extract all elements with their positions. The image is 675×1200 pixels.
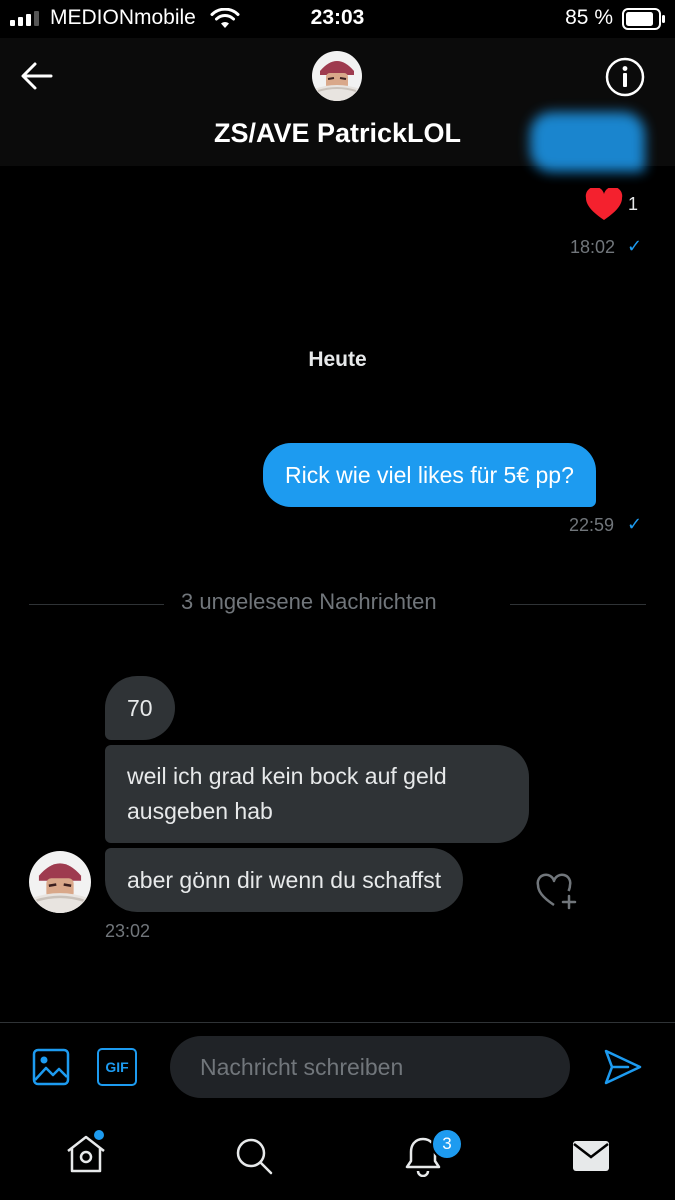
battery-percent: 85 % — [565, 6, 613, 29]
unread-divider: 3 ungelesene Nachrichten — [181, 589, 437, 614]
divider-line — [510, 604, 646, 605]
reaction-count: 1 — [628, 194, 639, 214]
sender-avatar[interactable] — [29, 851, 91, 913]
heart-add-icon[interactable] — [536, 872, 580, 910]
received-message-bubble[interactable]: 70 — [105, 676, 175, 740]
sent-check-icon: ✓ — [627, 514, 643, 534]
notification-badge: 3 — [431, 1128, 463, 1160]
message-time: 18:02 — [570, 237, 616, 257]
message-input[interactable] — [170, 1036, 570, 1098]
message-time: 23:02 — [105, 921, 151, 941]
message-time: 22:59 — [569, 515, 615, 535]
sent-check-icon: ✓ — [627, 236, 643, 256]
avatar[interactable] — [312, 51, 362, 101]
divider-line — [29, 604, 164, 605]
search-icon[interactable] — [234, 1136, 274, 1176]
avatar-image — [29, 851, 91, 913]
received-message-bubble[interactable]: weil ich grad kein bock auf geld ausgebe… — [105, 745, 529, 843]
status-bar: MEDIONmobile 23:03 85 % — [0, 0, 675, 38]
gif-button[interactable]: GIF — [97, 1048, 137, 1086]
messages-icon[interactable] — [572, 1140, 610, 1172]
heart-reaction-icon[interactable] — [585, 188, 623, 222]
info-circle-icon[interactable] — [604, 56, 646, 98]
avatar-image — [312, 51, 362, 101]
received-message-bubble[interactable]: aber gönn dir wenn du schaffst — [105, 848, 464, 912]
home-unread-dot — [94, 1130, 104, 1140]
sent-message-bubble[interactable]: Rick wie viel likes für 5€ pp? — [263, 443, 596, 507]
image-icon[interactable] — [32, 1048, 70, 1086]
battery-icon — [622, 8, 665, 30]
date-separator: Heute — [308, 348, 367, 371]
send-icon[interactable] — [603, 1048, 643, 1086]
arrow-left-icon[interactable] — [20, 60, 54, 92]
previous-message-bubble — [530, 112, 645, 172]
